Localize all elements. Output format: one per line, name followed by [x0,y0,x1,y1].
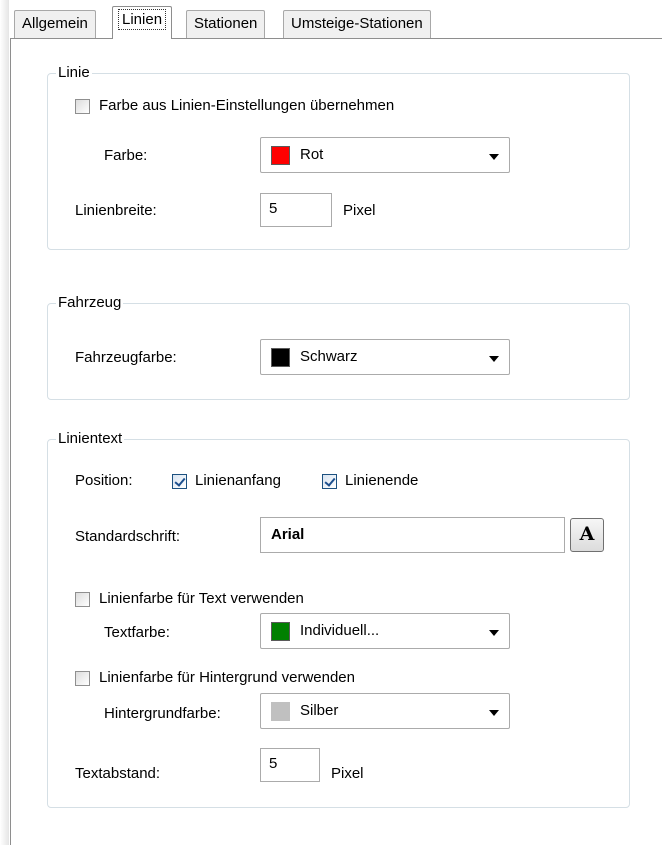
chevron-down-icon [489,630,499,636]
text-spacing-input[interactable]: 5 [260,748,320,782]
group-legend: Linientext [56,430,125,448]
tab-allgemein[interactable]: Allgemein [14,10,96,38]
position-label: Position: [75,472,133,489]
tab-umsteige-stationen[interactable]: Umsteige-Stationen [283,10,431,38]
chevron-down-icon [489,154,499,160]
chevron-down-icon [489,356,499,362]
tab-label: Umsteige-Stationen [291,15,423,32]
bg-line-color-checkbox[interactable] [75,671,90,686]
position-start-label: Linienanfang [195,472,281,489]
color-swatch [271,622,290,641]
text-line-color-checkbox[interactable] [75,592,90,607]
tab-strip: Allgemein Linien Stationen Umsteige-Stat… [10,0,662,39]
font-picker-button[interactable]: A [570,518,604,552]
position-start-checkbox[interactable] [172,474,187,489]
tab-divider [10,38,662,39]
text-color-label: Textfarbe: [104,624,170,641]
position-end-checkbox[interactable] [322,474,337,489]
bg-color-label: Hintergrundfarbe: [104,705,221,722]
text-color-dropdown[interactable]: Individuell... [260,613,510,649]
color-swatch [271,348,290,367]
default-font-field[interactable]: Arial [260,517,565,553]
text-spacing-unit: Pixel [331,765,364,782]
default-font-label: Standardschrift: [75,528,181,545]
line-width-label: Linienbreite: [75,202,157,219]
chevron-down-icon [489,710,499,716]
dropdown-value: Individuell... [300,622,380,639]
color-label: Farbe: [104,147,148,164]
group-legend: Linie [56,64,92,82]
color-swatch [271,146,290,165]
use-line-color-label: Farbe aus Linien-Einstellungen übernehme… [99,97,395,114]
dropdown-value: Rot [300,146,324,163]
text-line-color-label: Linienfarbe für Text verwenden [99,590,304,607]
color-swatch [271,702,290,721]
tab-label: Stationen [194,15,258,32]
line-width-unit: Pixel [343,202,376,219]
text-spacing-label: Textabstand: [75,765,161,782]
use-line-color-checkbox[interactable] [75,99,90,114]
line-color-dropdown[interactable]: Rot [260,137,510,173]
font-icon: A [579,523,595,545]
tab-stationen[interactable]: Stationen [186,10,266,38]
vehicle-color-label: Fahrzeugfarbe: [75,349,177,366]
tab-label: Allgemein [22,15,88,32]
group-legend: Fahrzeug [56,294,124,312]
bg-line-color-label: Linienfarbe für Hintergrund verwenden [99,669,355,686]
line-width-input[interactable]: 5 [260,193,332,227]
dropdown-value: Schwarz [300,348,358,365]
tab-linien[interactable]: Linien [112,6,173,39]
bg-color-dropdown[interactable]: Silber [260,693,510,729]
panel-border [10,38,11,845]
dropdown-value: Silber [300,702,339,719]
vehicle-color-dropdown[interactable]: Schwarz [260,339,510,375]
tab-label: Linien [117,9,167,30]
position-end-label: Linienende [345,472,419,489]
window-shadow [0,0,9,845]
